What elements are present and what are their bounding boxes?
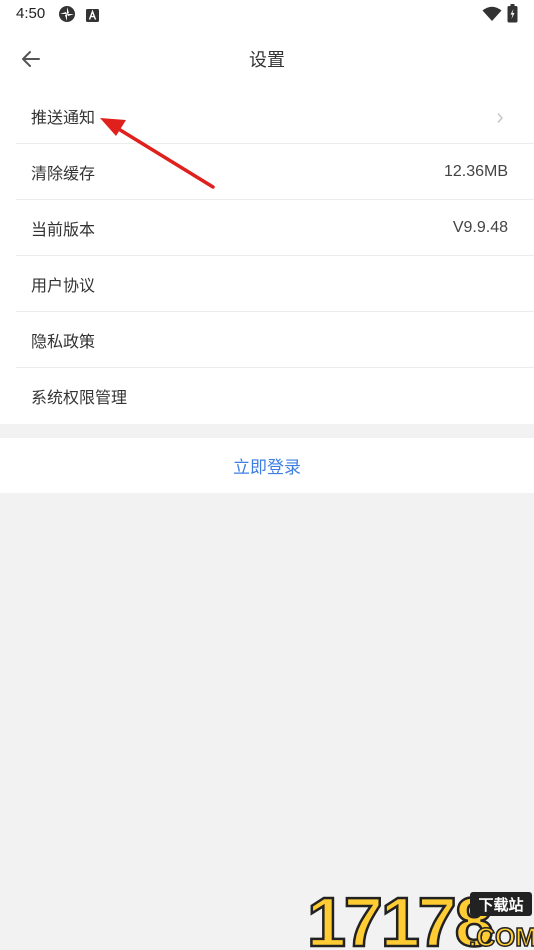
settings-item-label: 隐私政策 — [31, 332, 96, 351]
watermark-tag: 下载站 — [478, 896, 523, 914]
settings-item-push-notifications[interactable]: 推送通知 — [0, 88, 534, 144]
settings-item-label: 清除缓存 — [31, 164, 96, 183]
status-time: 4:50 — [16, 5, 46, 22]
status-bar: 4:50 — [0, 0, 534, 30]
page-title: 设置 — [249, 50, 285, 71]
settings-item-privacy-policy[interactable]: 隐私政策 — [0, 312, 534, 368]
wifi-icon — [482, 6, 502, 26]
cache-size-value: 12.36MB — [443, 163, 508, 180]
login-button[interactable]: 立即登录 — [0, 438, 534, 493]
text-a-icon — [86, 7, 99, 26]
settings-item-user-agreement[interactable]: 用户协议 — [0, 256, 534, 312]
settings-item-label: 系统权限管理 — [31, 388, 128, 407]
version-value: V9.9.48 — [452, 219, 508, 236]
settings-item-label: 当前版本 — [31, 220, 96, 239]
annotation-arrow-icon — [100, 118, 215, 189]
login-label: 立即登录 — [233, 458, 301, 478]
app-bar: 设置 — [0, 30, 534, 88]
chevron-right-icon — [496, 109, 504, 128]
watermark-logo: 17178 下载站 .COM — [307, 888, 534, 950]
watermark-digits: 17178 — [307, 888, 492, 950]
watermark-domain: .COM — [469, 922, 534, 950]
settings-item-system-permissions[interactable]: 系统权限管理 — [0, 368, 534, 424]
settings-list: 推送通知 清除缓存 12.36MB 当前版本 V9.9.48 用户协议 隐私政策… — [0, 88, 534, 424]
settings-item-label: 推送通知 — [31, 108, 96, 127]
settings-item-label: 用户协议 — [31, 276, 96, 295]
settings-item-clear-cache[interactable]: 清除缓存 12.36MB — [0, 144, 534, 200]
settings-item-current-version[interactable]: 当前版本 V9.9.48 — [0, 200, 534, 256]
battery-icon — [507, 4, 518, 27]
pinwheel-icon — [58, 5, 76, 27]
